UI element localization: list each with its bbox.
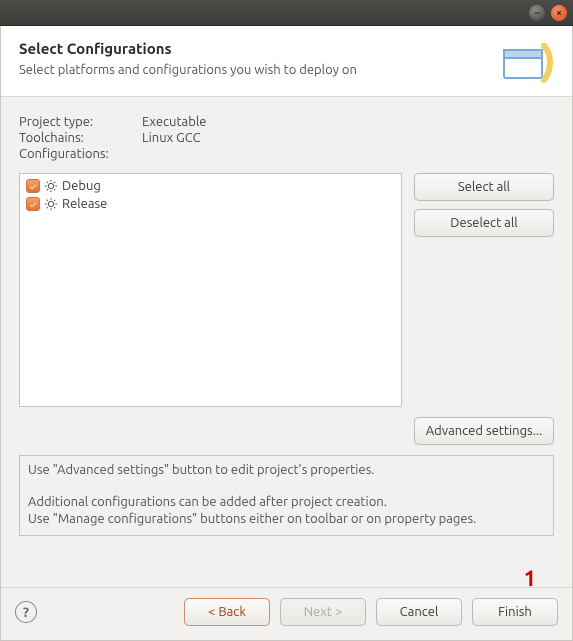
deselect-all-button[interactable]: Deselect all — [414, 209, 554, 237]
configurations-side-buttons: Select all Deselect all — [414, 173, 554, 407]
configuration-gear-icon — [44, 197, 58, 211]
help-button[interactable]: ? — [15, 601, 37, 623]
configuration-name: Debug — [62, 179, 101, 193]
configuration-name: Release — [62, 197, 107, 211]
hint-line-2: Additional configurations can be added a… — [28, 495, 387, 509]
dialog-title: Select Configurations — [19, 40, 357, 57]
configuration-item[interactable]: ✓ Debug — [26, 177, 395, 195]
close-icon: × — [556, 8, 562, 18]
content-spacer — [19, 546, 554, 577]
configuration-gear-icon — [44, 179, 58, 193]
configurations-label: Configurations: — [19, 147, 134, 161]
window-close-button[interactable]: × — [551, 5, 567, 21]
window-titlebar: – × — [0, 0, 573, 26]
dialog-content: Project type: Executable Toolchains: Lin… — [1, 97, 572, 587]
configurations-list[interactable]: ✓ Debug ✓ Release — [19, 173, 402, 407]
toolchains-value: Linux GCC — [142, 131, 201, 145]
back-button[interactable]: < Back — [184, 598, 270, 626]
dialog-subtitle: Select platforms and configurations you … — [19, 63, 357, 77]
meta-block: Project type: Executable Toolchains: Lin… — [19, 115, 554, 163]
meta-configurations: Configurations: — [19, 147, 554, 161]
meta-toolchains: Toolchains: Linux GCC — [19, 131, 554, 145]
configuration-checkbox[interactable]: ✓ — [26, 197, 40, 211]
configuration-checkbox[interactable]: ✓ — [26, 179, 40, 193]
select-all-button[interactable]: Select all — [414, 173, 554, 201]
project-type-label: Project type: — [19, 115, 134, 129]
minimize-icon: – — [535, 8, 540, 18]
advanced-settings-button[interactable]: Advanced settings... — [414, 417, 554, 445]
configuration-item[interactable]: ✓ Release — [26, 195, 395, 213]
window-minimize-button[interactable]: – — [529, 5, 545, 21]
meta-project-type: Project type: Executable — [19, 115, 554, 129]
hint-line-3: Use "Manage configurations" buttons eith… — [28, 512, 476, 526]
finish-button[interactable]: Finish — [472, 598, 558, 626]
advanced-row: Advanced settings... — [19, 417, 554, 445]
project-type-value: Executable — [142, 115, 206, 129]
wizard-banner-icon — [500, 40, 554, 86]
next-button: Next > — [280, 598, 366, 626]
cancel-button[interactable]: Cancel — [376, 598, 462, 626]
dialog-footer: ? < Back Next > Cancel Finish 1 — [1, 587, 572, 640]
toolchains-label: Toolchains: — [19, 131, 134, 145]
dialog-body: Select Configurations Select platforms a… — [0, 26, 573, 641]
configurations-area: ✓ Debug ✓ Release Select all Deselect all — [19, 173, 554, 407]
header-text: Select Configurations Select platforms a… — [19, 40, 357, 77]
dialog-header: Select Configurations Select platforms a… — [1, 26, 572, 97]
hint-line-1: Use "Advanced settings" button to edit p… — [28, 462, 545, 480]
hint-box: Use "Advanced settings" button to edit p… — [19, 455, 554, 536]
